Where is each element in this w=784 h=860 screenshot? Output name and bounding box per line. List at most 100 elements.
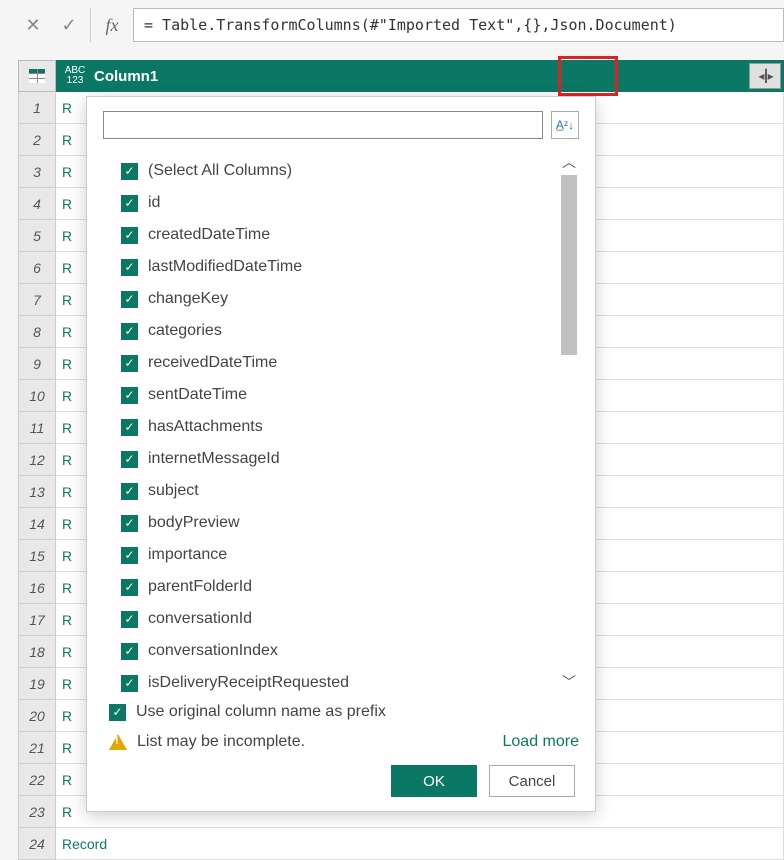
column-checklist-item[interactable]: ✓id: [121, 187, 559, 219]
row-header[interactable]: 18: [18, 636, 56, 668]
column-checkbox[interactable]: ✓: [121, 483, 138, 500]
column-checkbox[interactable]: ✓: [121, 323, 138, 340]
column-checklist-item[interactable]: ✓ isDeliveryReceiptRequested: [121, 667, 559, 693]
row-header[interactable]: 22: [18, 764, 56, 796]
column-checklist-label: createdDateTime: [148, 226, 270, 244]
column-checkbox[interactable]: ✓: [121, 643, 138, 660]
column-checkbox[interactable]: ✓: [121, 451, 138, 468]
column-checklist-label: importance: [148, 546, 227, 564]
row-header[interactable]: 12: [18, 444, 56, 476]
expand-icon: ◂┃▸: [758, 69, 771, 83]
column-checklist-label: subject: [148, 482, 199, 500]
row-header[interactable]: 7: [18, 284, 56, 316]
column-checklist-item[interactable]: ✓receivedDateTime: [121, 347, 559, 379]
select-all-corner[interactable]: [18, 60, 56, 92]
sort-button[interactable]: A̲ᶻ↓: [551, 111, 579, 139]
row-header[interactable]: 17: [18, 604, 56, 636]
formula-input[interactable]: = Table.TransformColumns(#"Imported Text…: [133, 8, 784, 42]
column-checkbox[interactable]: ✓: [121, 355, 138, 372]
column-checklist-item[interactable]: ✓ conversationIndex: [121, 635, 559, 667]
column-checkbox[interactable]: ✓: [121, 611, 138, 628]
column-checkbox[interactable]: ✓: [121, 419, 138, 436]
datatype-any-icon: ABC 123: [62, 66, 88, 86]
table-icon: [29, 69, 45, 83]
scrollbar[interactable]: ︿ ﹀: [559, 151, 579, 693]
row-header[interactable]: 21: [18, 732, 56, 764]
column-checklist-item[interactable]: ✓ internetMessageId: [121, 443, 559, 475]
fx-icon: fx: [97, 8, 127, 42]
row-header[interactable]: 1: [18, 92, 56, 124]
expand-columns-panel: A̲ᶻ↓ ✓(Select All Columns)✓id✓createdDat…: [86, 96, 596, 812]
row-header[interactable]: 14: [18, 508, 56, 540]
cancel-button[interactable]: Cancel: [489, 765, 575, 797]
column-name-label: Column1: [94, 68, 777, 85]
column-checkbox[interactable]: ✓: [121, 259, 138, 276]
column-checklist-items: ✓(Select All Columns)✓id✓createdDateTime…: [103, 151, 559, 693]
incomplete-warning-label: List may be incomplete.: [137, 733, 305, 751]
column-checkbox[interactable]: ✓: [121, 387, 138, 404]
column-checklist-item[interactable]: ✓ createdDateTime: [121, 219, 559, 251]
column-checkbox[interactable]: ✓: [121, 163, 138, 180]
row-header[interactable]: 13: [18, 476, 56, 508]
row-header[interactable]: 3: [18, 156, 56, 188]
column-checklist-item[interactable]: ✓ parentFolderId: [121, 571, 559, 603]
load-more-link[interactable]: Load more: [503, 733, 580, 751]
column-checkbox[interactable]: ✓: [121, 579, 138, 596]
cancel-formula-button[interactable]: ✕: [18, 8, 48, 42]
prefix-option-label: Use original column name as prefix: [136, 703, 386, 721]
incomplete-warning-row: List may be incomplete. Load more: [109, 733, 579, 751]
warning-icon: [109, 734, 127, 750]
column-checklist-label: isDeliveryReceiptRequested: [148, 674, 349, 692]
column-checklist-item[interactable]: ✓sentDateTime: [121, 379, 559, 411]
row-header[interactable]: 10: [18, 380, 56, 412]
column-header-row: ABC 123 Column1 ◂┃▸: [18, 60, 784, 92]
scroll-down-icon[interactable]: ﹀: [560, 673, 578, 691]
column-checklist-label: conversationIndex: [148, 642, 278, 660]
column-checkbox[interactable]: ✓: [121, 195, 138, 212]
column-checklist-label: internetMessageId: [148, 450, 280, 468]
row-header[interactable]: 24: [18, 828, 56, 860]
row-header[interactable]: 4: [18, 188, 56, 220]
row-header[interactable]: 23: [18, 796, 56, 828]
dialog-buttons: OK Cancel: [103, 765, 579, 797]
row-header[interactable]: 9: [18, 348, 56, 380]
row-cell[interactable]: Record: [56, 828, 784, 860]
row-header[interactable]: 15: [18, 540, 56, 572]
column-checklist-item[interactable]: ✓changeKey: [121, 283, 559, 315]
column-checklist-label: (Select All Columns): [148, 162, 292, 180]
row-header[interactable]: 16: [18, 572, 56, 604]
column-checklist-item[interactable]: ✓lastModifiedDateTime: [121, 251, 559, 283]
divider: [90, 8, 91, 42]
row-header[interactable]: 5: [18, 220, 56, 252]
column-checkbox[interactable]: ✓: [121, 547, 138, 564]
column-search-input[interactable]: [103, 111, 543, 139]
column-checklist-item[interactable]: ✓ subject: [121, 475, 559, 507]
column-checklist-label: parentFolderId: [148, 578, 252, 596]
column-checklist-item[interactable]: ✓hasAttachments: [121, 411, 559, 443]
row-header[interactable]: 19: [18, 668, 56, 700]
column-checklist-label: conversationId: [148, 610, 252, 628]
column-checkbox[interactable]: ✓: [121, 675, 138, 692]
column-checklist-item[interactable]: ✓ (Select All Columns): [121, 155, 559, 187]
commit-formula-button[interactable]: ✓: [54, 8, 84, 42]
column-header-column1[interactable]: ABC 123 Column1 ◂┃▸: [56, 60, 784, 92]
column-checkbox[interactable]: ✓: [121, 227, 138, 244]
row-header[interactable]: 6: [18, 252, 56, 284]
prefix-checkbox[interactable]: ✓: [109, 704, 126, 721]
column-checklist-item[interactable]: ✓ conversationId: [121, 603, 559, 635]
column-checklist-item[interactable]: ✓ importance: [121, 539, 559, 571]
prefix-option-row: ✓ Use original column name as prefix: [109, 703, 579, 721]
row-header[interactable]: 8: [18, 316, 56, 348]
row-header[interactable]: 11: [18, 412, 56, 444]
row-header[interactable]: 2: [18, 124, 56, 156]
table-row[interactable]: 24Record: [18, 828, 784, 860]
column-checklist-item[interactable]: ✓bodyPreview: [121, 507, 559, 539]
column-checklist-item[interactable]: ✓categories: [121, 315, 559, 347]
ok-button[interactable]: OK: [391, 765, 477, 797]
column-checkbox[interactable]: ✓: [121, 291, 138, 308]
scroll-up-icon[interactable]: ︿: [560, 153, 578, 171]
column-checkbox[interactable]: ✓: [121, 515, 138, 532]
row-header[interactable]: 20: [18, 700, 56, 732]
expand-column-button[interactable]: ◂┃▸: [749, 63, 781, 89]
scroll-thumb[interactable]: [561, 175, 577, 355]
